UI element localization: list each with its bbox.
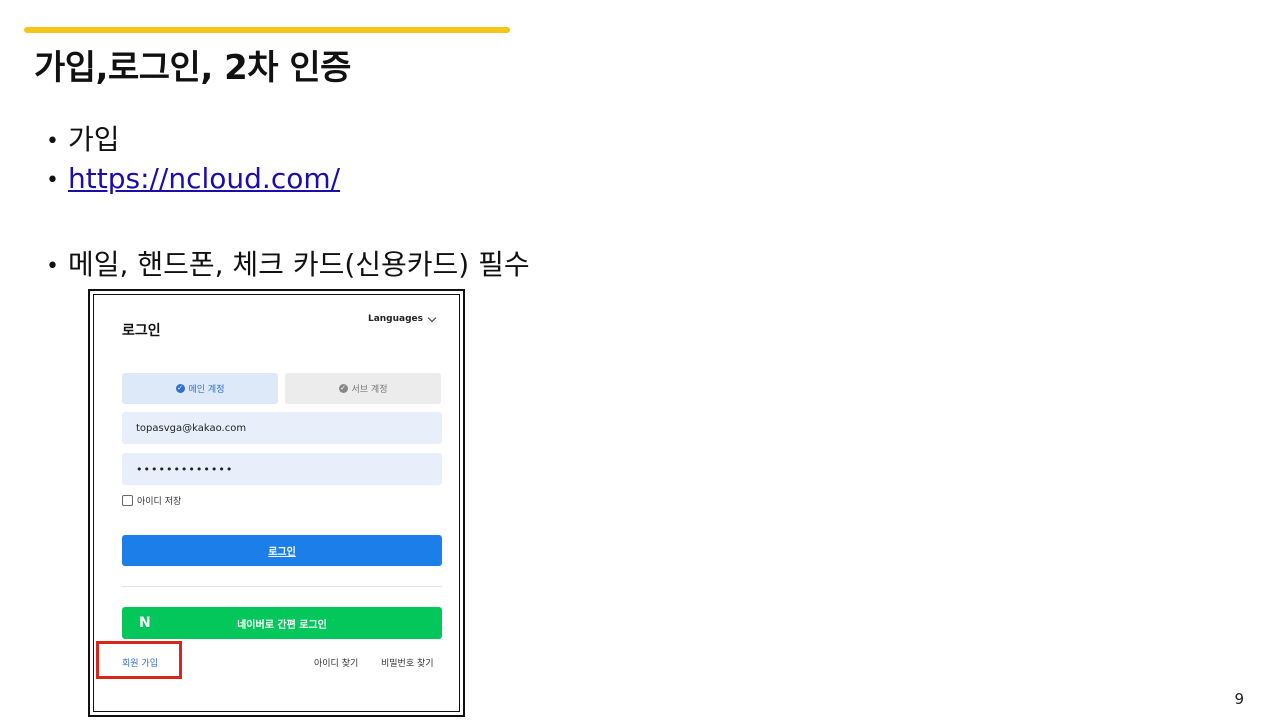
tab-label: 서브 계정 <box>351 385 388 395</box>
login-heading: 로그인 <box>122 323 161 339</box>
tab-label: 메인 계정 <box>188 385 225 395</box>
login-panel: 로그인 Languages ✓ 메인 계정 ✓ 서브 계정 topasvga@k… <box>90 291 463 715</box>
languages-label: Languages <box>367 314 423 324</box>
naver-login-button[interactable]: N 네이버로 간편 로그인 <box>122 607 442 639</box>
checkbox-icon <box>122 495 133 506</box>
languages-dropdown[interactable]: Languages <box>367 313 437 324</box>
check-circle-icon: ✓ <box>338 384 348 393</box>
bullet-dot-icon: • <box>46 167 59 193</box>
divider <box>122 586 442 587</box>
bullet-dot-icon: • <box>46 253 59 279</box>
bullet-item: • https://ncloud.com/ <box>46 162 340 195</box>
page-number: 9 <box>1234 690 1244 708</box>
tab-main-account[interactable]: ✓ 메인 계정 <box>122 373 278 404</box>
signup-link[interactable]: 회원 가입 <box>122 656 158 669</box>
check-circle-icon: ✓ <box>175 384 185 393</box>
bullet-item: • 메일, 핸드폰, 체크 카드(신용카드) 필수 <box>46 243 530 283</box>
ncloud-link[interactable]: https://ncloud.com/ <box>68 162 340 195</box>
bullet-text: 가입 <box>68 123 120 156</box>
bullet-dot-icon: • <box>46 128 59 154</box>
slide-title: 가입,로그인, 2차 인증 <box>34 48 351 88</box>
bullet-item: • 가입 <box>46 118 120 158</box>
naver-login-label: 네이버로 간편 로그인 <box>237 619 327 631</box>
login-button[interactable]: 로그인 <box>122 535 442 566</box>
naver-logo-icon: N <box>139 615 151 631</box>
remember-id-checkbox[interactable]: 아이디 저장 <box>122 494 181 507</box>
chevron-down-icon <box>427 313 437 322</box>
accent-bar <box>24 27 510 33</box>
bullet-text: 메일, 핸드폰, 체크 카드(신용카드) 필수 <box>68 248 530 281</box>
tab-sub-account[interactable]: ✓ 서브 계정 <box>285 373 441 404</box>
login-screenshot: 로그인 Languages ✓ 메인 계정 ✓ 서브 계정 topasvga@k… <box>88 289 465 717</box>
email-field[interactable]: topasvga@kakao.com <box>122 412 442 444</box>
remember-label: 아이디 저장 <box>137 497 182 507</box>
find-id-link[interactable]: 아이디 찾기 <box>314 656 358 669</box>
find-password-link[interactable]: 비밀번호 찾기 <box>381 656 434 669</box>
password-field[interactable]: ••••••••••••• <box>122 453 442 485</box>
